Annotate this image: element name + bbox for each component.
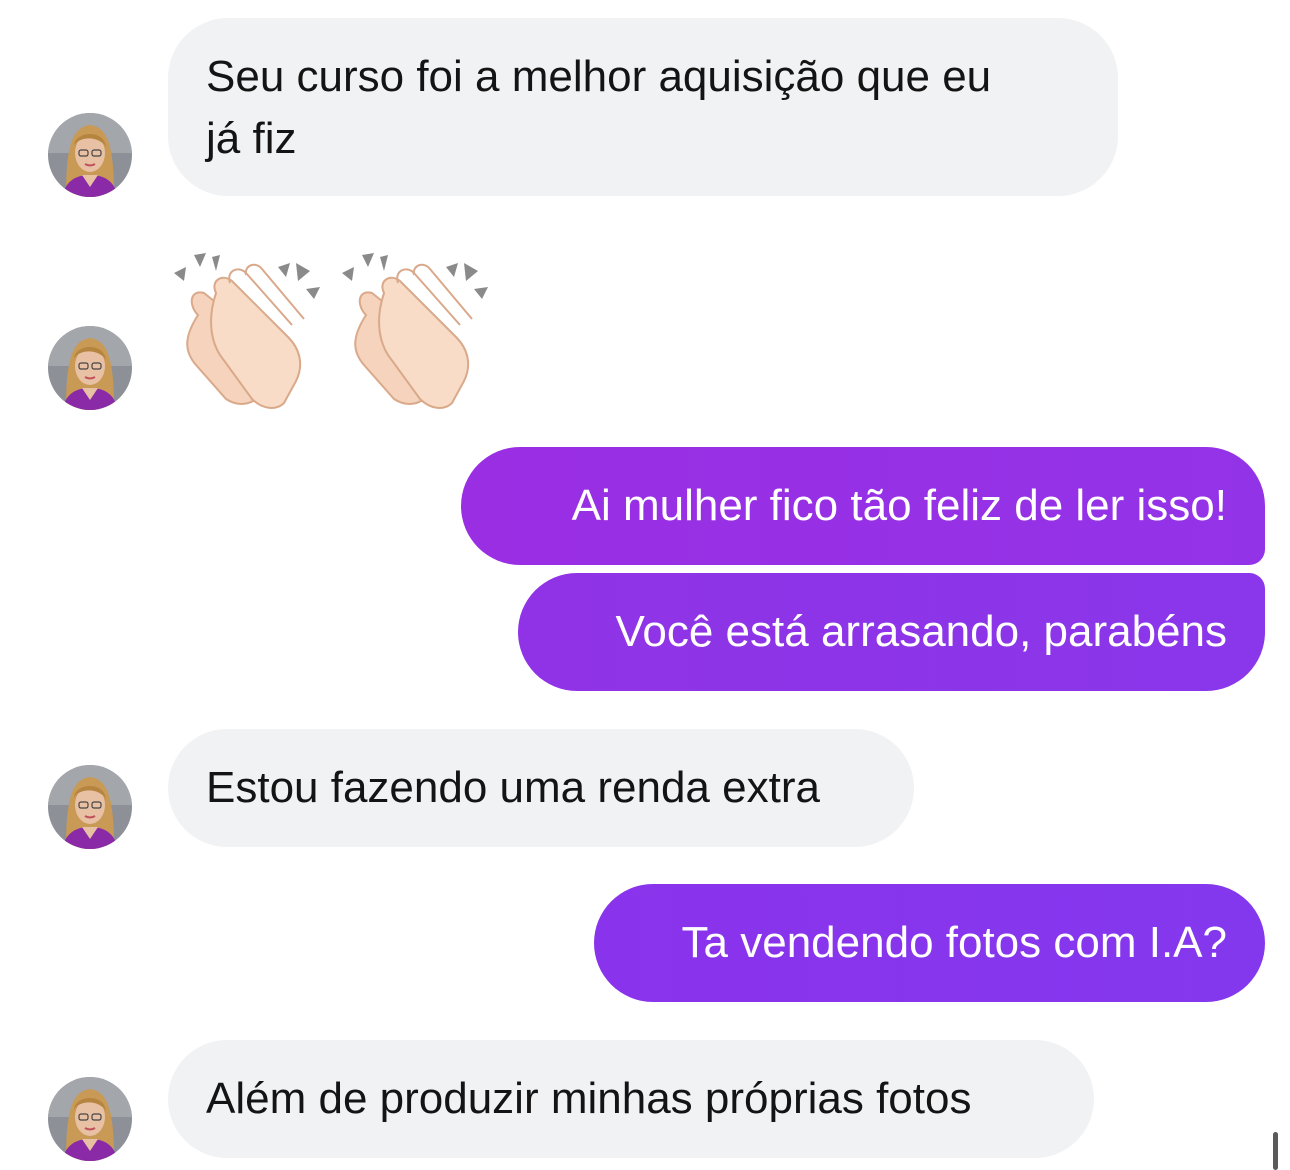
avatar-photo-icon [48, 113, 132, 197]
message-text: já fiz [206, 114, 297, 163]
avatar[interactable] [48, 326, 132, 410]
message-text: Ta vendendo fotos com I.A? [681, 918, 1227, 967]
incoming-message-bubble[interactable]: Além de produzir minhas próprias fotos [168, 1040, 1094, 1158]
message-text: Estou fazendo uma renda extra [206, 763, 820, 812]
chat-thread[interactable]: Seu curso foi a melhor aquisição que eu … [0, 0, 1290, 1170]
avatar[interactable] [48, 1077, 132, 1161]
clapping-hands-icon [342, 253, 488, 409]
message-text: Além de produzir minhas próprias fotos [206, 1074, 972, 1123]
outgoing-message-bubble[interactable]: Ai mulher fico tão feliz de ler isso! [461, 447, 1265, 565]
incoming-message-bubble[interactable]: Estou fazendo uma renda extra [168, 729, 914, 847]
message-text: Ai mulher fico tão feliz de ler isso! [571, 481, 1227, 530]
outgoing-message-bubble[interactable]: Você está arrasando, parabéns [518, 573, 1265, 691]
avatar-photo-icon [48, 1077, 132, 1161]
avatar-photo-icon [48, 765, 132, 849]
clapping-hands-icon [174, 253, 320, 409]
avatar[interactable] [48, 113, 132, 197]
message-text: Seu curso foi a melhor aquisição que eu [206, 52, 992, 101]
avatar-photo-icon [48, 326, 132, 410]
scrollbar-thumb[interactable] [1273, 1132, 1278, 1170]
avatar[interactable] [48, 765, 132, 849]
emoji-message[interactable] [168, 245, 496, 415]
outgoing-message-bubble[interactable]: Ta vendendo fotos com I.A? [594, 884, 1265, 1002]
message-text: Você está arrasando, parabéns [615, 607, 1227, 656]
incoming-message-bubble[interactable]: Seu curso foi a melhor aquisição que eu … [168, 18, 1118, 196]
